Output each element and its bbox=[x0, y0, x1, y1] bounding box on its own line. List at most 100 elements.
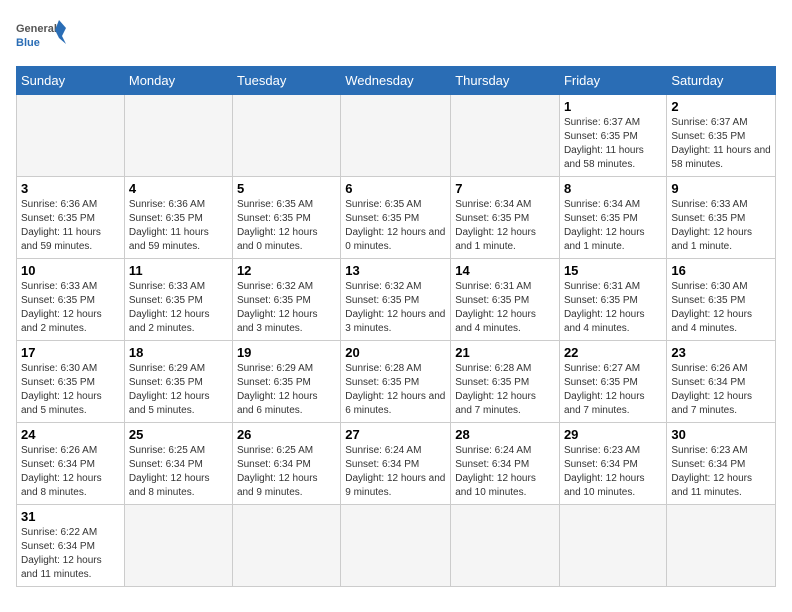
calendar-cell bbox=[341, 505, 451, 587]
calendar-cell bbox=[667, 505, 776, 587]
day-info: Sunrise: 6:28 AM Sunset: 6:35 PM Dayligh… bbox=[345, 362, 446, 418]
day-number: 2 bbox=[671, 99, 771, 114]
calendar-cell: 20 Sunrise: 6:28 AM Sunset: 6:35 PM Dayli… bbox=[341, 341, 451, 423]
calendar-cell: 18Sunrise: 6:29 AM Sunset: 6:35 PM Dayli… bbox=[124, 341, 232, 423]
day-number: 20 bbox=[345, 345, 446, 360]
calendar-cell: 9Sunrise: 6:33 AM Sunset: 6:35 PM Daylig… bbox=[667, 177, 776, 259]
day-info: Sunrise: 6:28 AM Sunset: 6:35 PM Dayligh… bbox=[455, 362, 555, 418]
calendar-cell bbox=[232, 505, 340, 587]
calendar-cell bbox=[17, 95, 125, 177]
weekday-sunday: Sunday bbox=[17, 67, 125, 95]
calendar-cell: 12 Sunrise: 6:32 AM Sunset: 6:35 PM Dayli… bbox=[232, 259, 340, 341]
day-number: 16 bbox=[671, 263, 771, 278]
calendar-cell: 27Sunrise: 6:24 AM Sunset: 6:34 PM Dayli… bbox=[341, 423, 451, 505]
day-info: Sunrise: 6:25 AM Sunset: 6:34 PM Dayligh… bbox=[129, 444, 228, 500]
week-row-3: 10 Sunrise: 6:33 AM Sunset: 6:35 PM Dayli… bbox=[17, 259, 776, 341]
calendar-cell: 11 Sunrise: 6:33 AM Sunset: 6:35 PM Dayli… bbox=[124, 259, 232, 341]
calendar-cell: 2Sunrise: 6:37 AM Sunset: 6:35 PM Daylig… bbox=[667, 95, 776, 177]
calendar-cell: 24Sunrise: 6:26 AM Sunset: 6:34 PM Dayli… bbox=[17, 423, 125, 505]
day-number: 29 bbox=[564, 427, 662, 442]
svg-text:Blue: Blue bbox=[16, 37, 40, 49]
day-number: 8 bbox=[564, 181, 662, 196]
day-info: Sunrise: 6:36 AM Sunset: 6:35 PM Dayligh… bbox=[21, 198, 120, 254]
week-row-2: 3Sunrise: 6:36 AM Sunset: 6:35 PM Daylig… bbox=[17, 177, 776, 259]
day-info: Sunrise: 6:34 AM Sunset: 6:35 PM Dayligh… bbox=[455, 198, 555, 254]
week-row-4: 17 Sunrise: 6:30 AM Sunset: 6:35 PM Dayli… bbox=[17, 341, 776, 423]
logo: General Blue bbox=[16, 16, 66, 58]
day-info: Sunrise: 6:35 AM Sunset: 6:35 PM Dayligh… bbox=[237, 198, 336, 254]
day-number: 10 bbox=[21, 263, 120, 278]
day-number: 25 bbox=[129, 427, 228, 442]
weekday-header-row: SundayMondayTuesdayWednesdayThursdayFrid… bbox=[17, 67, 776, 95]
day-info: Sunrise: 6:32 AM Sunset: 6:35 PM Dayligh… bbox=[345, 280, 446, 336]
day-number: 22 bbox=[564, 345, 662, 360]
calendar-cell bbox=[124, 95, 232, 177]
calendar-cell bbox=[451, 95, 560, 177]
calendar-cell: 26Sunrise: 6:25 AM Sunset: 6:34 PM Dayli… bbox=[232, 423, 340, 505]
day-number: 7 bbox=[455, 181, 555, 196]
day-info: Sunrise: 6:34 AM Sunset: 6:35 PM Dayligh… bbox=[564, 198, 662, 254]
day-info: Sunrise: 6:23 AM Sunset: 6:34 PM Dayligh… bbox=[564, 444, 662, 500]
calendar-cell: 31 Sunrise: 6:22 AM Sunset: 6:34 PM Dayli… bbox=[17, 505, 125, 587]
day-info: Sunrise: 6:37 AM Sunset: 6:35 PM Dayligh… bbox=[564, 116, 662, 172]
weekday-friday: Friday bbox=[559, 67, 666, 95]
calendar-cell: 5Sunrise: 6:35 AM Sunset: 6:35 PM Daylig… bbox=[232, 177, 340, 259]
calendar-cell: 6 Sunrise: 6:35 AM Sunset: 6:35 PM Daylig… bbox=[341, 177, 451, 259]
calendar-cell: 23 Sunrise: 6:26 AM Sunset: 6:34 PM Dayli… bbox=[667, 341, 776, 423]
day-info: Sunrise: 6:32 AM Sunset: 6:35 PM Dayligh… bbox=[237, 280, 336, 336]
day-number: 14 bbox=[455, 263, 555, 278]
week-row-5: 24Sunrise: 6:26 AM Sunset: 6:34 PM Dayli… bbox=[17, 423, 776, 505]
day-number: 12 bbox=[237, 263, 336, 278]
weekday-monday: Monday bbox=[124, 67, 232, 95]
day-number: 11 bbox=[129, 263, 228, 278]
weekday-tuesday: Tuesday bbox=[232, 67, 340, 95]
day-info: Sunrise: 6:31 AM Sunset: 6:35 PM Dayligh… bbox=[455, 280, 555, 336]
calendar-cell: 1Sunrise: 6:37 AM Sunset: 6:35 PM Daylig… bbox=[559, 95, 666, 177]
day-info: Sunrise: 6:31 AM Sunset: 6:35 PM Dayligh… bbox=[564, 280, 662, 336]
week-row-1: 1Sunrise: 6:37 AM Sunset: 6:35 PM Daylig… bbox=[17, 95, 776, 177]
day-number: 23 bbox=[671, 345, 771, 360]
day-number: 21 bbox=[455, 345, 555, 360]
day-info: Sunrise: 6:30 AM Sunset: 6:35 PM Dayligh… bbox=[671, 280, 771, 336]
svg-text:General: General bbox=[16, 23, 57, 35]
day-info: Sunrise: 6:30 AM Sunset: 6:35 PM Dayligh… bbox=[21, 362, 120, 418]
calendar-cell: 16 Sunrise: 6:30 AM Sunset: 6:35 PM Dayli… bbox=[667, 259, 776, 341]
calendar-cell: 17 Sunrise: 6:30 AM Sunset: 6:35 PM Dayli… bbox=[17, 341, 125, 423]
day-info: Sunrise: 6:22 AM Sunset: 6:34 PM Dayligh… bbox=[21, 526, 120, 582]
calendar-cell: 29 Sunrise: 6:23 AM Sunset: 6:34 PM Dayli… bbox=[559, 423, 666, 505]
day-info: Sunrise: 6:35 AM Sunset: 6:35 PM Dayligh… bbox=[345, 198, 446, 254]
day-info: Sunrise: 6:33 AM Sunset: 6:35 PM Dayligh… bbox=[21, 280, 120, 336]
calendar-cell: 7 Sunrise: 6:34 AM Sunset: 6:35 PM Daylig… bbox=[451, 177, 560, 259]
day-number: 31 bbox=[21, 509, 120, 524]
weekday-wednesday: Wednesday bbox=[341, 67, 451, 95]
day-info: Sunrise: 6:27 AM Sunset: 6:35 PM Dayligh… bbox=[564, 362, 662, 418]
day-number: 9 bbox=[671, 181, 771, 196]
day-info: Sunrise: 6:29 AM Sunset: 6:35 PM Dayligh… bbox=[129, 362, 228, 418]
day-number: 30 bbox=[671, 427, 771, 442]
calendar-cell: 22 Sunrise: 6:27 AM Sunset: 6:35 PM Dayli… bbox=[559, 341, 666, 423]
calendar-cell bbox=[559, 505, 666, 587]
calendar-cell: 21 Sunrise: 6:28 AM Sunset: 6:35 PM Dayli… bbox=[451, 341, 560, 423]
calendar-cell: 4Sunrise: 6:36 AM Sunset: 6:35 PM Daylig… bbox=[124, 177, 232, 259]
day-number: 19 bbox=[237, 345, 336, 360]
day-number: 17 bbox=[21, 345, 120, 360]
calendar-cell: 14 Sunrise: 6:31 AM Sunset: 6:35 PM Dayli… bbox=[451, 259, 560, 341]
page-header: General Blue bbox=[16, 16, 776, 58]
day-info: Sunrise: 6:29 AM Sunset: 6:35 PM Dayligh… bbox=[237, 362, 336, 418]
calendar-cell bbox=[451, 505, 560, 587]
calendar-cell: 25 Sunrise: 6:25 AM Sunset: 6:34 PM Dayli… bbox=[124, 423, 232, 505]
calendar-cell: 13Sunrise: 6:32 AM Sunset: 6:35 PM Dayli… bbox=[341, 259, 451, 341]
day-info: Sunrise: 6:24 AM Sunset: 6:34 PM Dayligh… bbox=[345, 444, 446, 500]
weekday-saturday: Saturday bbox=[667, 67, 776, 95]
day-info: Sunrise: 6:33 AM Sunset: 6:35 PM Dayligh… bbox=[129, 280, 228, 336]
calendar-cell: 28 Sunrise: 6:24 AM Sunset: 6:34 PM Dayli… bbox=[451, 423, 560, 505]
day-info: Sunrise: 6:26 AM Sunset: 6:34 PM Dayligh… bbox=[21, 444, 120, 500]
day-info: Sunrise: 6:26 AM Sunset: 6:34 PM Dayligh… bbox=[671, 362, 771, 418]
week-row-6: 31 Sunrise: 6:22 AM Sunset: 6:34 PM Dayli… bbox=[17, 505, 776, 587]
day-number: 6 bbox=[345, 181, 446, 196]
day-number: 28 bbox=[455, 427, 555, 442]
day-info: Sunrise: 6:24 AM Sunset: 6:34 PM Dayligh… bbox=[455, 444, 555, 500]
weekday-thursday: Thursday bbox=[451, 67, 560, 95]
calendar-cell bbox=[124, 505, 232, 587]
calendar-cell bbox=[341, 95, 451, 177]
